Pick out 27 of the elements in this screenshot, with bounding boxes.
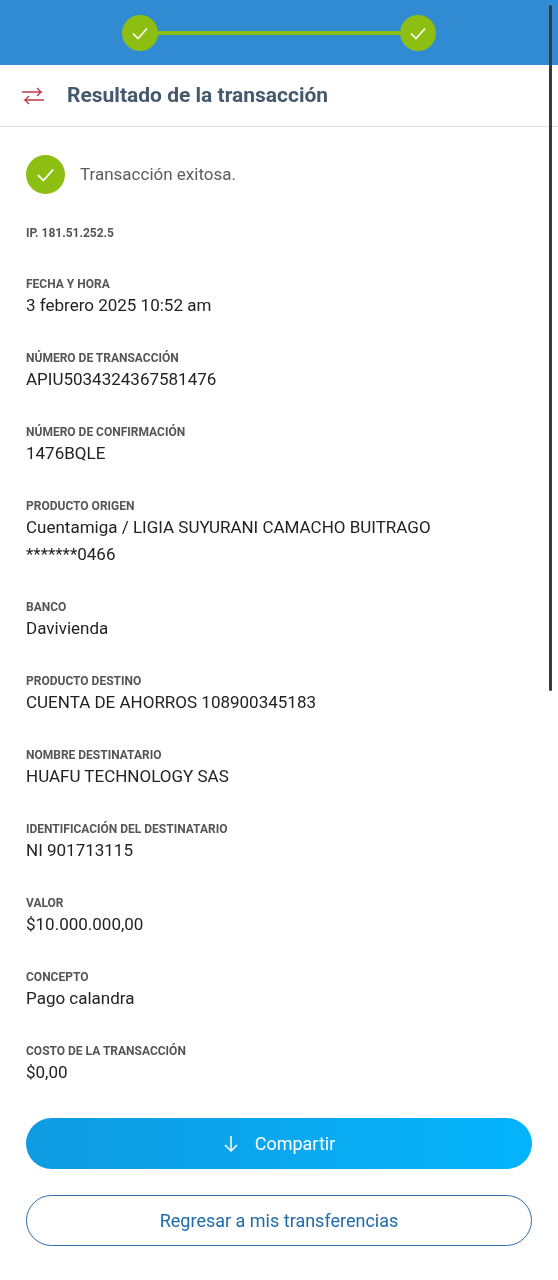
- field-value: CUENTA DE AHORROS 108900345183: [26, 691, 317, 714]
- field-label: NÚMERO DE CONFIRMACIÓN: [26, 424, 187, 440]
- field-label: NÚMERO DE TRANSACCIÓN: [26, 350, 180, 366]
- field-value: HUAFU TECHNOLOGY SAS: [26, 765, 230, 788]
- field-value: APIU5034324367581476: [26, 368, 218, 391]
- field-label: VALOR: [26, 895, 65, 911]
- field-value: 3 febrero 2025 10:52 am: [26, 294, 213, 317]
- field-label: COSTO DE LA TRANSACCIÓN: [26, 1043, 187, 1059]
- field-label: NOMBRE DESTINATARIO: [26, 747, 163, 763]
- field-value: $0,00: [26, 1061, 69, 1084]
- field-value: Cuentamiga / LIGIA SUYURANI CAMACHO BUITRAGO: [26, 516, 432, 539]
- download-arrow-icon: [222, 1134, 239, 1153]
- field-value: $10.000.000,00: [26, 913, 145, 936]
- page-title: Resultado de la transacción: [67, 81, 329, 109]
- field-label: CONCEPTO: [26, 969, 90, 985]
- ip-address: IP. 181.51.252.5: [26, 225, 115, 242]
- field-label: PRODUCTO DESTINO: [26, 673, 143, 689]
- status-message: Transacción exitosa.: [80, 162, 236, 186]
- field-label: FECHA Y HORA: [26, 276, 111, 292]
- field-value: Davivienda: [26, 617, 110, 640]
- field-value: 1476BQLE: [26, 442, 107, 465]
- field-label: BANCO: [26, 599, 68, 615]
- field-label: IDENTIFICACIÓN DEL DESTINATARIO: [26, 821, 229, 837]
- field-value: NI 901713115: [26, 839, 134, 862]
- field-label: PRODUCTO ORIGEN: [26, 498, 136, 514]
- field-value: *******0466: [26, 543, 117, 566]
- field-value: Pago calandra: [26, 987, 136, 1010]
